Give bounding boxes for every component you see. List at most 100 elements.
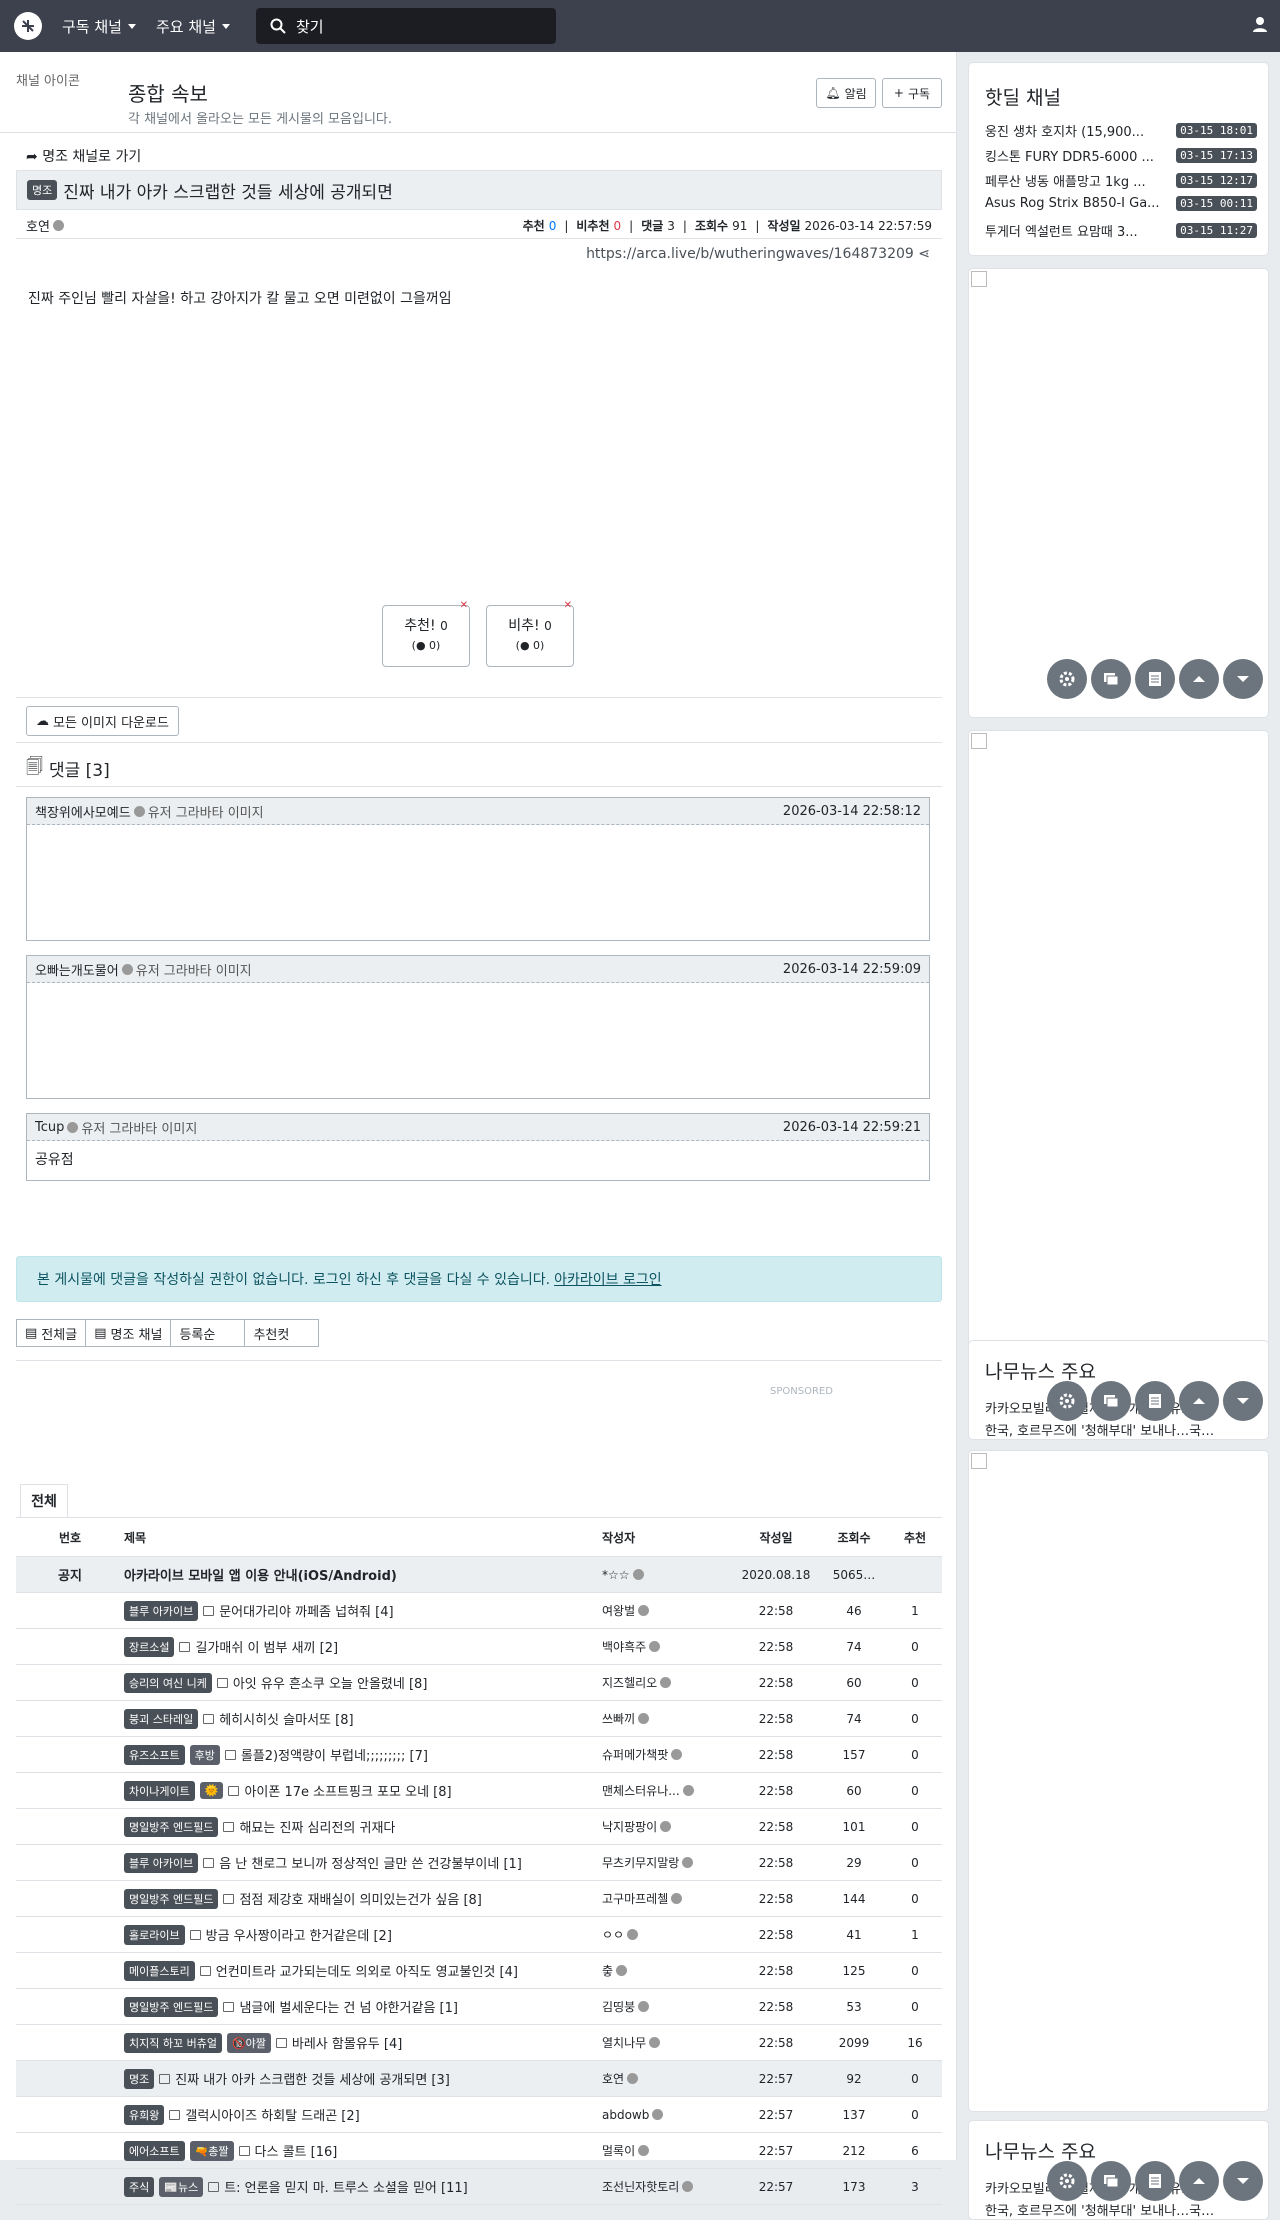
comments-icon[interactable] <box>1091 659 1131 699</box>
comment-author[interactable]: 책장위에사모예드 <box>35 802 131 821</box>
post-category-badge[interactable]: 명조 <box>124 2068 155 2089</box>
table-row[interactable]: 명조 진짜 내가 아카 스크랩한 것들 세상에 공개되면 [3] 호연 22:57 92… <box>16 2061 942 2097</box>
post-author[interactable]: 쓰빠끼 <box>602 1710 635 1727</box>
post-category-badge[interactable]: 장르소설 <box>124 1636 175 1657</box>
table-row[interactable]: 치지직 하꼬 버츄얼 🔞야짤 바레사 함몰유두 [4] 열치나무 22:58 2099 16 <box>16 2025 942 2061</box>
post-author[interactable]: abdowb <box>602 2108 649 2122</box>
post-tag-badge[interactable]: 🌞 <box>199 1782 224 1799</box>
channel-title[interactable]: 종합 속보 <box>128 78 208 107</box>
arrow-down-icon[interactable] <box>1223 659 1263 699</box>
arrow-up-icon[interactable] <box>1179 1381 1219 1421</box>
back-to-channel-link[interactable]: ➦ 명조 채널로 가기 <box>26 146 141 166</box>
post-category-badge[interactable]: 승리의 여신 니케 <box>124 1672 212 1693</box>
post-author[interactable]: 여왕벌 <box>602 1602 635 1619</box>
comments-icon[interactable] <box>1091 2161 1131 2201</box>
hot-deal-item[interactable]: 웅진 생차 호지차 (15,900... 03-15 18:01 <box>985 121 1257 140</box>
comment-author[interactable]: 오빠는개도물어 <box>35 960 119 979</box>
list-icon[interactable] <box>1135 2161 1175 2201</box>
post-category-badge[interactable]: 유즈소프트 <box>124 1744 185 1765</box>
post-category-badge[interactable]: 메이플스토리 <box>124 1960 195 1981</box>
arrow-up-icon[interactable] <box>1179 2161 1219 2201</box>
table-row[interactable]: 명일방주 엔드필드 냄글에 벌세운다는 건 넘 야한거같음 [1] 김띵붕 22:58… <box>16 1989 942 2025</box>
post-category-badge[interactable]: 주식 <box>124 2176 155 2197</box>
namu-news-item[interactable]: 한국, 호르무즈에 '청해부대' 보내나…국… <box>985 1421 1255 1439</box>
table-row[interactable]: 장르소설 길가매쉬 이 범부 새끼 [2] 백야흑주 22:58 74 0 <box>16 1629 942 1665</box>
list-icon[interactable] <box>1135 1381 1175 1421</box>
user-icon[interactable] <box>1252 16 1268 32</box>
table-row[interactable]: 명일방주 엔드필드 해묘는 진짜 심리전의 귀재다 낙지팡팡이 22:58 101 0 <box>16 1809 942 1845</box>
post-category-badge[interactable]: 치지직 하꼬 버츄얼 <box>124 2032 222 2053</box>
table-row[interactable]: 에어소프트 🔫총짤 다스 콜트 [16] 멀록이 22:57 212 6 <box>16 2133 942 2169</box>
hot-deal-item[interactable]: 페루산 냉동 애플망고 1kg ... 03-15 12:17 <box>985 171 1257 190</box>
namu-news-title[interactable]: 나무뉴스 주요 <box>985 1357 1096 1384</box>
list-icon[interactable] <box>1135 659 1175 699</box>
alert-button[interactable]: 🔔︎ 알림 <box>816 78 876 108</box>
post-author[interactable]: 낙지팡팡이 <box>602 1818 657 1835</box>
post-author[interactable]: 맨체스터유나... <box>602 1782 680 1799</box>
post-category-badge[interactable]: 명일방주 엔드필드 <box>124 1888 219 1909</box>
table-row[interactable]: 블루 아카이브 문어대가리야 까페좀 넙혀줘 [4] 여왕벌 22:58 46 1 <box>16 1593 942 1629</box>
gear-icon[interactable] <box>1047 1381 1087 1421</box>
namu-news-item[interactable]: 한국, 호르무즈에 '청해부대' 보내나…국… <box>985 2201 1255 2219</box>
table-row[interactable]: 붕괴 스타레일 헤히시히싯 슬마서또 [8] 쓰빠끼 22:58 74 0 <box>16 1701 942 1737</box>
tab-all[interactable]: 전체 <box>20 1484 68 1518</box>
post-author[interactable]: 고구마프레첼 <box>602 1890 668 1907</box>
site-logo[interactable] <box>14 12 42 40</box>
arrow-down-icon[interactable] <box>1223 1381 1263 1421</box>
post-tag-badge[interactable]: 📰뉴스 <box>159 2176 204 2197</box>
post-category-badge[interactable]: 명일방주 엔드필드 <box>124 1816 219 1837</box>
channel-posts-button[interactable]: ▤ 명조 채널 <box>85 1319 172 1347</box>
post-author[interactable]: 열치나무 <box>602 2034 646 2051</box>
post-tag-badge[interactable]: 후방 <box>189 1744 220 1765</box>
post-category-badge[interactable]: 유희왕 <box>124 2104 165 2125</box>
post-author[interactable]: 김띵붕 <box>602 1998 635 2015</box>
download-all-images-button[interactable]: ☁ 모든 이미지 다운로드 <box>26 706 179 736</box>
vote-down-button[interactable]: ✕ 비추! 0 (● 0) <box>486 600 574 667</box>
post-author[interactable]: 춯 <box>602 1962 613 1979</box>
vote-up-button[interactable]: ✕ 추천! 0 (● 0) <box>382 600 470 667</box>
post-category-badge[interactable]: 명일방주 엔드필드 <box>124 1996 219 2017</box>
table-row[interactable]: 메이플스토리 언컨미트라 교가되는데도 의외로 아직도 영교불인것 [4] 춯 22:… <box>16 1953 942 1989</box>
table-row[interactable]: 승리의 여신 니케 아잇 유우 흔소쿠 오늘 안올렸네 [8] 지즈헬리오 22:58… <box>16 1665 942 1701</box>
subscribe-button[interactable]: + 구독 <box>882 78 942 108</box>
login-link[interactable]: 아카라이브 로그인 <box>554 1269 662 1289</box>
table-row[interactable]: 유즈소프트 후방 롤플2)정액량이 부럽네;;;;;;;;; [7] 슈퍼메가책팟 22… <box>16 1737 942 1773</box>
gear-icon[interactable] <box>1047 659 1087 699</box>
notice-row[interactable]: 공지 아카라이브 모바일 앱 이용 안내(iOS/Android) *☆☆ 20… <box>16 1557 942 1593</box>
hot-deal-item[interactable]: 킹스톤 FURY DDR5-6000 ... 03-15 17:13 <box>985 146 1257 165</box>
search-input[interactable]: 찾기 <box>255 8 556 44</box>
post-tag-badge[interactable]: 🔫총짤 <box>189 2140 234 2161</box>
sort-order-select[interactable]: 등록순 <box>170 1319 246 1347</box>
post-author[interactable]: 백야흑주 <box>602 1638 646 1655</box>
post-author[interactable]: 조선닌자핫토리 <box>602 2178 679 2195</box>
post-tag-badge[interactable]: 🔞야짤 <box>226 2032 271 2053</box>
post-author[interactable]: 멀록이 <box>602 2142 635 2159</box>
post-category-badge[interactable]: 홀로라이브 <box>124 1924 185 1945</box>
article-category-badge[interactable]: 명조 <box>27 180 58 200</box>
post-category-badge[interactable]: 붕괴 스타레일 <box>124 1708 199 1729</box>
post-author[interactable]: 지즈헬리오 <box>602 1674 657 1691</box>
post-category-badge[interactable]: 에어소프트 <box>124 2140 185 2161</box>
post-category-badge[interactable]: 블루 아카이브 <box>124 1600 199 1621</box>
post-category-badge[interactable]: 차이나게이트 <box>124 1780 195 1801</box>
table-row[interactable]: 유희왕 갤럭시아이즈 하회탈 드래곤 [2] abdowb 22:57 137 0 <box>16 2097 942 2133</box>
comments-icon[interactable] <box>1091 1381 1131 1421</box>
featured-channels-dropdown[interactable]: 주요 채널 <box>156 16 230 37</box>
share-icon[interactable]: ⋖ <box>918 246 930 262</box>
table-row[interactable]: 차이나게이트 🌞 아이폰 17e 소프트핑크 포모 오네 [8] 맨체스터유나... 2… <box>16 1773 942 1809</box>
hot-deal-title[interactable]: 핫딜 채널 <box>985 83 1061 110</box>
all-posts-button[interactable]: ▤ 전체글 <box>16 1319 87 1347</box>
table-row[interactable]: 홀로라이브 방금 우사짱이라고 한거같은데 [2] ㅇㅇ 22:58 41 1 <box>16 1917 942 1953</box>
article-url[interactable]: https://arca.live/b/wutheringwaves/16487… <box>586 246 930 262</box>
post-category-badge[interactable]: 블루 아카이브 <box>124 1852 199 1873</box>
table-row[interactable]: 블루 아카이브 음 난 챈로그 보니까 정상적인 글만 쓴 건강불부이네 [1] 무… <box>16 1845 942 1881</box>
hot-deal-item[interactable]: 투게더 엑설런트 요맘때 3... 03-15 11:27 <box>985 221 1257 240</box>
comment-author[interactable]: Tcup <box>35 1120 64 1135</box>
post-author[interactable]: 호연 <box>602 2070 624 2087</box>
post-author[interactable]: 슈퍼메가책팟 <box>602 1746 668 1763</box>
arrow-up-icon[interactable] <box>1179 659 1219 699</box>
hot-deal-item[interactable]: Asus Rog Strix B850-I Ga... 03-15 00:11 <box>985 196 1257 211</box>
post-author[interactable]: ㅇㅇ <box>602 1926 624 1943</box>
subscribed-channels-dropdown[interactable]: 구독 채널 <box>62 16 136 37</box>
table-row[interactable]: 명일방주 엔드필드 점점 제강호 재배실이 의미있는건가 싶음 [8] 고구마프레첼… <box>16 1881 942 1917</box>
